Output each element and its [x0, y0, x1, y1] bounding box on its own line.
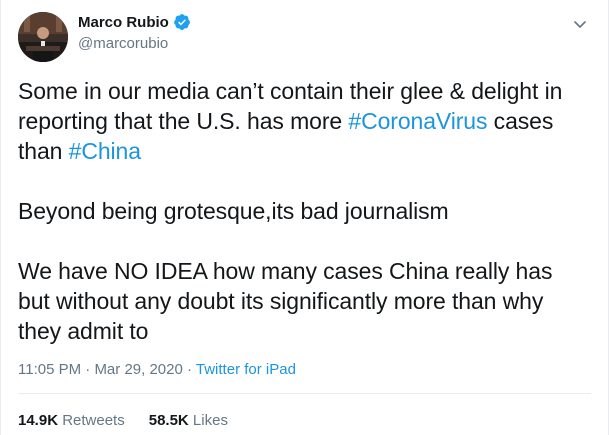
user-handle[interactable]: @marcorubio [78, 35, 191, 52]
hashtag-china[interactable]: #China [69, 138, 141, 164]
likes-label: Likes [188, 412, 228, 429]
tweet-time[interactable]: 11:05 PM [18, 361, 81, 378]
tweet-paragraph-3: We have NO IDEA how many cases China rea… [18, 258, 553, 344]
display-name-row: Marco Rubio [78, 12, 191, 32]
retweets-label: Retweets [58, 412, 125, 429]
meta-separator: · [81, 361, 95, 378]
tweet-text: Some in our media can’t contain their gl… [18, 76, 578, 346]
tweet-source-link[interactable]: Twitter for iPad [196, 361, 296, 378]
tweet-paragraph-1: Some in our media can’t contain their gl… [18, 76, 578, 166]
chevron-down-icon[interactable] [572, 16, 588, 32]
divider [18, 393, 591, 394]
tweet-card: Marco Rubio @marcorubio Some in our medi… [0, 0, 609, 435]
avatar[interactable] [18, 12, 68, 62]
retweets-stat[interactable]: 14.9K Retweets [18, 412, 125, 429]
tweet-meta: 11:05 PM · Mar 29, 2020 · Twitter for iP… [18, 361, 296, 378]
user-names: Marco Rubio @marcorubio [78, 12, 191, 52]
likes-count: 58.5K [148, 412, 189, 429]
tweet-date[interactable]: Mar 29, 2020 [94, 361, 182, 378]
tweet-paragraph-2: Beyond being grotesque,its bad journalis… [18, 198, 449, 224]
meta-separator: · [182, 361, 196, 378]
tweet-stats: 14.9K Retweets 58.5K Likes [18, 412, 252, 429]
retweets-count: 14.9K [18, 412, 59, 429]
verified-badge-icon [173, 13, 191, 31]
display-name[interactable]: Marco Rubio [78, 14, 169, 31]
likes-stat[interactable]: 58.5K Likes [149, 412, 228, 429]
tweet-header: Marco Rubio @marcorubio [18, 8, 608, 64]
avatar-image [18, 12, 68, 62]
hashtag-coronavirus[interactable]: #CoronaVirus [348, 108, 487, 134]
